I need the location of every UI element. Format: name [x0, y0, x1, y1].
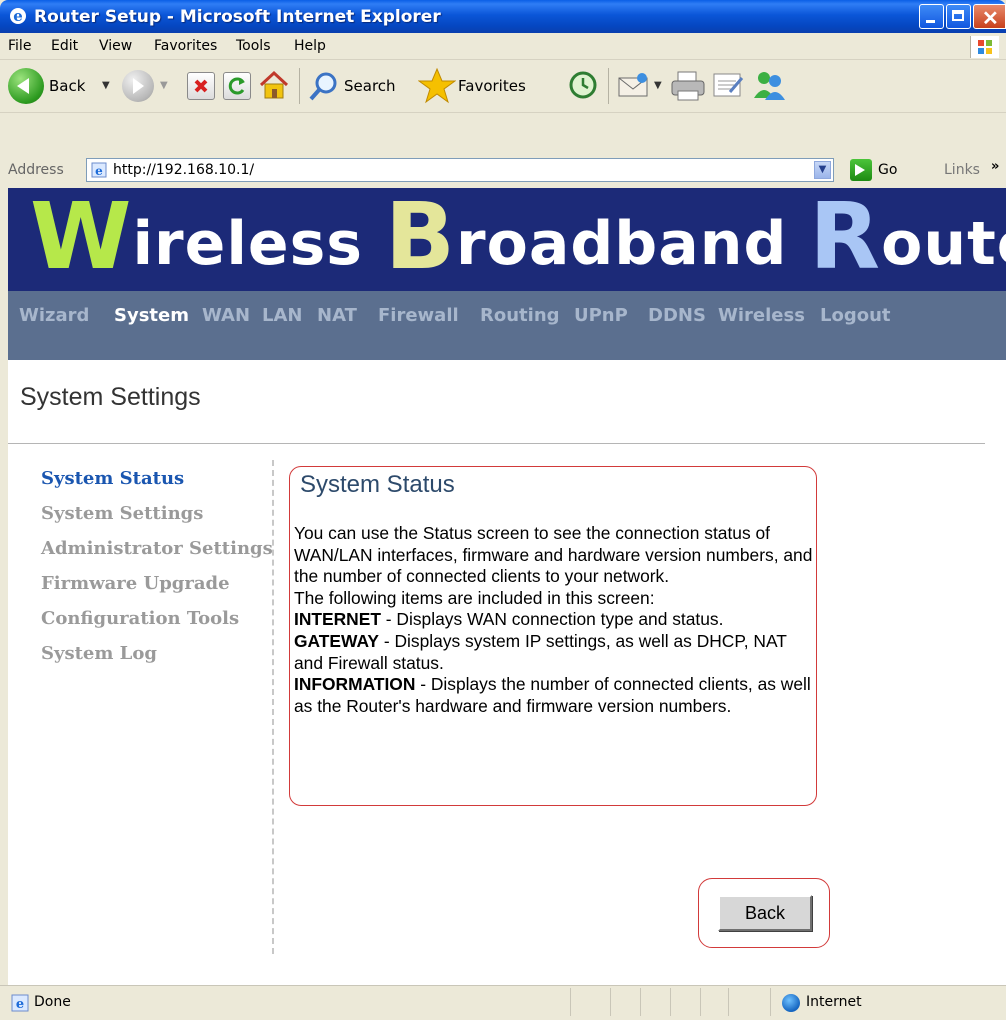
sidebar-item-configuration-tools[interactable]: Configuration Tools [41, 608, 239, 629]
divider [8, 443, 985, 444]
menu-edit[interactable]: Edit [51, 38, 78, 54]
forward-arrow-icon[interactable] [122, 70, 154, 102]
security-zone: Internet [806, 994, 862, 1010]
status-bar: e Done Internet [0, 985, 1006, 1020]
nav-wizard[interactable]: Wizard [19, 305, 89, 326]
mail-dropdown-icon[interactable]: ▼ [654, 80, 662, 91]
favorites-star-icon[interactable] [418, 67, 456, 105]
address-dropdown-icon[interactable]: ▼ [814, 161, 831, 179]
close-icon: ✕ [982, 8, 999, 30]
title-bar: e Router Setup - Microsoft Internet Expl… [0, 0, 1006, 33]
help-items-intro: The following items are included in this… [294, 587, 655, 608]
links-chevron-icon[interactable]: » [991, 159, 999, 174]
help-item-internet: INTERNET - Displays WAN connection type … [294, 609, 724, 630]
windows-flag-icon [978, 40, 992, 54]
nav-lan[interactable]: LAN [262, 305, 302, 326]
back-button-highlight: Back [698, 878, 830, 948]
address-label: Address [8, 162, 64, 178]
menu-file[interactable]: File [8, 38, 31, 54]
sidebar-item-administrator-settings[interactable]: Administrator Settings [41, 538, 273, 559]
back-dropdown-icon[interactable]: ▼ [102, 80, 110, 91]
search-icon[interactable] [308, 70, 340, 102]
address-input[interactable]: e http://192.168.10.1/ ▼ [86, 158, 834, 182]
nav-wan[interactable]: WAN [202, 305, 250, 326]
top-navigation: Wizard System WAN LAN NAT Firewall Routi… [8, 291, 1006, 360]
help-body: You can use the Status screen to see the… [294, 523, 818, 717]
help-item-gateway: GATEWAY - Displays system IP settings, a… [294, 630, 787, 673]
nav-system[interactable]: System [114, 305, 189, 326]
minimize-button[interactable] [919, 4, 944, 29]
svg-text:e: e [95, 164, 103, 178]
nav-firewall[interactable]: Firewall [378, 305, 459, 326]
sidebar-item-system-log[interactable]: System Log [41, 643, 157, 664]
menu-favorites[interactable]: Favorites [154, 38, 217, 54]
home-icon[interactable] [257, 69, 291, 101]
ie-icon: e [10, 7, 26, 25]
nav-ddns[interactable]: DDNS [648, 305, 706, 326]
back-arrow-icon[interactable] [8, 68, 44, 104]
go-arrow-icon[interactable] [850, 159, 872, 181]
nav-wireless[interactable]: Wireless [718, 305, 805, 326]
sidebar-item-firmware-upgrade[interactable]: Firmware Upgrade [41, 573, 230, 594]
messenger-icon[interactable] [752, 68, 786, 102]
edit-icon[interactable] [712, 72, 746, 100]
sidebar-divider [272, 460, 274, 954]
page-icon: e [91, 162, 107, 178]
print-icon[interactable] [670, 70, 706, 102]
help-item-information: INFORMATION - Displays the number of con… [294, 674, 811, 716]
address-bar: Address e http://192.168.10.1/ ▼ Go Link… [0, 114, 1006, 188]
window-title: Router Setup - Microsoft Internet Explor… [34, 7, 441, 27]
status-text: Done [34, 994, 71, 1010]
search-button-label[interactable]: Search [344, 77, 396, 95]
menu-view[interactable]: View [99, 38, 132, 54]
page-loaded-icon: e [11, 994, 29, 1012]
help-intro: You can use the Status screen to see the… [294, 523, 813, 587]
nav-upnp[interactable]: UPnP [574, 305, 628, 326]
favorites-button-label[interactable]: Favorites [458, 77, 526, 95]
help-title: System Status [300, 471, 455, 498]
links-label[interactable]: Links [944, 162, 980, 178]
svg-text:e: e [13, 7, 23, 25]
internet-zone-icon [782, 994, 800, 1012]
refresh-icon[interactable] [223, 72, 251, 100]
menu-tools[interactable]: Tools [236, 38, 271, 54]
stop-icon[interactable] [187, 72, 215, 100]
address-value[interactable]: http://192.168.10.1/ [113, 162, 254, 178]
back-button-label[interactable]: Back [49, 77, 85, 95]
help-panel: System Status You can use the Status scr… [289, 466, 817, 806]
menu-help[interactable]: Help [294, 38, 326, 54]
toolbar: Back ▼ ▼ Search Favorites ▼ [0, 60, 1006, 113]
nav-logout[interactable]: Logout [820, 305, 891, 326]
sidebar-item-system-settings[interactable]: System Settings [41, 503, 203, 524]
maximize-button[interactable] [946, 4, 971, 29]
go-button[interactable]: Go [878, 162, 897, 178]
mail-icon[interactable] [616, 70, 650, 100]
page-viewport: Wireless Broadband Router Wizard System … [8, 188, 1006, 985]
forward-dropdown-icon[interactable]: ▼ [160, 80, 168, 91]
brand-title: Wireless Broadband Router [30, 188, 1006, 290]
page-title: System Settings [20, 383, 201, 411]
windows-logo [970, 36, 999, 58]
back-button[interactable]: Back [718, 895, 812, 931]
nav-nat[interactable]: NAT [317, 305, 357, 326]
close-button[interactable]: ✕ [973, 4, 1006, 30]
nav-routing[interactable]: Routing [480, 305, 560, 326]
sidebar-item-system-status[interactable]: System Status [41, 468, 184, 489]
svg-text:e: e [16, 997, 24, 1012]
brand-banner: Wireless Broadband Router [8, 188, 1006, 291]
history-icon[interactable] [568, 70, 598, 100]
menu-bar: File Edit View Favorites Tools Help [0, 33, 1006, 60]
